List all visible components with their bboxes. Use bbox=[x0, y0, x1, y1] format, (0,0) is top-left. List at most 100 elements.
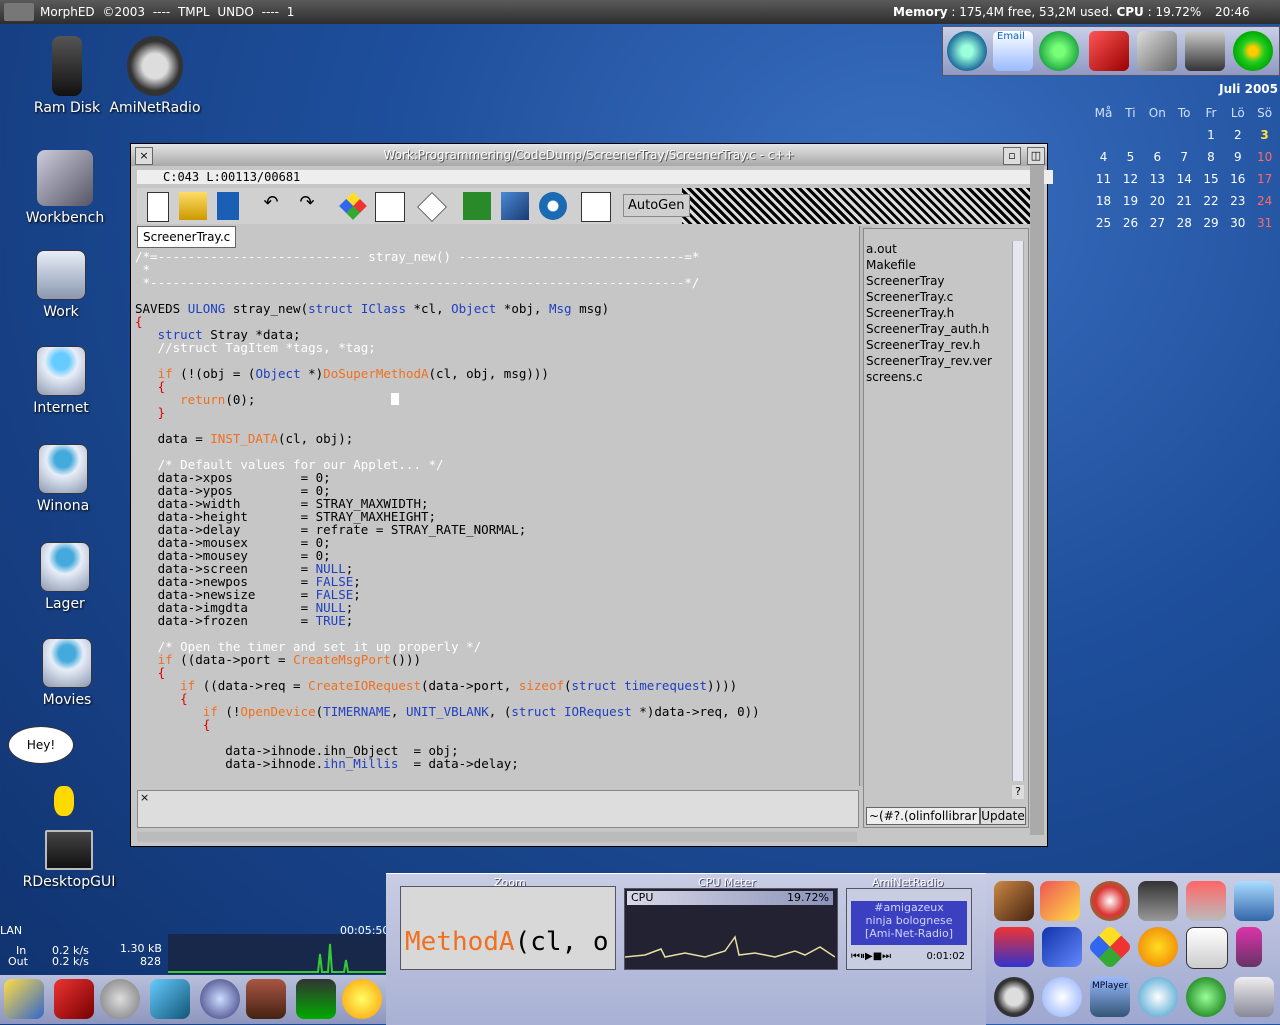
window-titlebar[interactable]: × Work:Programmering/CodeDump/ScreenerTr… bbox=[131, 144, 1047, 166]
update-button[interactable]: Update bbox=[980, 807, 1026, 825]
aminetradio-desktop-icon[interactable]: AmiNetRadio bbox=[100, 36, 210, 116]
new-file-icon[interactable] bbox=[147, 192, 169, 222]
clapperboard-icon[interactable] bbox=[1138, 881, 1178, 921]
file-pattern-field[interactable]: ~(#?.(olinfollibrar bbox=[866, 807, 980, 825]
calendar-day[interactable]: 1 bbox=[1198, 124, 1225, 146]
chat-icon[interactable] bbox=[1039, 31, 1079, 71]
calendar-day[interactable]: 26 bbox=[1117, 212, 1144, 234]
rdesktopgui-desktop-icon[interactable]: RDesktopGUI bbox=[14, 830, 124, 890]
calendar-day[interactable]: 30 bbox=[1224, 212, 1251, 234]
save-disk-icon[interactable] bbox=[217, 192, 239, 220]
structure-icon[interactable] bbox=[501, 192, 529, 220]
green-app-icon[interactable] bbox=[1186, 977, 1226, 1017]
calendar-day[interactable]: 4 bbox=[1090, 146, 1117, 168]
file-item[interactable]: ScreenerTray.h bbox=[866, 305, 992, 321]
icq-flower-icon[interactable] bbox=[1233, 31, 1273, 71]
prev-icon[interactable]: ⏮ bbox=[851, 951, 860, 962]
close-icon[interactable]: × bbox=[140, 791, 149, 804]
calendar-day[interactable]: 29 bbox=[1198, 212, 1225, 234]
play-icon[interactable]: ▶ bbox=[865, 951, 873, 962]
calendar-day[interactable]: 31 bbox=[1251, 212, 1278, 234]
pen-icon[interactable] bbox=[54, 979, 94, 1019]
calendar-day[interactable]: 19 bbox=[1117, 190, 1144, 212]
horizontal-scrollbar[interactable] bbox=[137, 832, 857, 842]
mario-icon[interactable] bbox=[994, 927, 1034, 967]
calendar-day[interactable]: 8 bbox=[1198, 146, 1225, 168]
calendar-day[interactable]: 14 bbox=[1171, 168, 1198, 190]
winona-desktop-icon[interactable]: Winona bbox=[8, 444, 118, 514]
check-icon[interactable] bbox=[463, 192, 491, 220]
file-list-scrollbar[interactable] bbox=[1012, 241, 1024, 781]
butterfly-icon[interactable] bbox=[1138, 977, 1178, 1017]
calendar-day[interactable]: 2 bbox=[1224, 124, 1251, 146]
cd-icon[interactable] bbox=[1042, 977, 1082, 1017]
autogen-button[interactable]: AutoGen bbox=[623, 194, 690, 217]
command-line[interactable]: × bbox=[137, 790, 859, 828]
m-logo-icon[interactable] bbox=[1042, 927, 1082, 967]
undo-icon[interactable]: ↶ bbox=[257, 192, 285, 220]
code-editor[interactable]: /*=--------------------------- stray_new… bbox=[135, 250, 855, 785]
file-item[interactable]: ScreenerTray bbox=[866, 273, 992, 289]
pink-app-icon[interactable] bbox=[1236, 927, 1262, 967]
calendar-day[interactable]: 12 bbox=[1117, 168, 1144, 190]
calendar-day[interactable]: 21 bbox=[1171, 190, 1198, 212]
pinup-icon[interactable] bbox=[1234, 977, 1274, 1017]
calendar-day[interactable]: 23 bbox=[1224, 190, 1251, 212]
colors-icon[interactable] bbox=[339, 192, 367, 220]
calendar-day[interactable]: 16 bbox=[1224, 168, 1251, 190]
email-icon[interactable]: Email bbox=[993, 31, 1033, 71]
network-icon[interactable] bbox=[1234, 881, 1274, 921]
calendar-day[interactable]: 18 bbox=[1090, 190, 1117, 212]
internet-desktop-icon[interactable]: Internet bbox=[6, 346, 116, 416]
workbench-desktop-icon[interactable]: Workbench bbox=[10, 150, 120, 226]
game-icon[interactable] bbox=[994, 881, 1034, 921]
goto-icon[interactable] bbox=[539, 192, 567, 220]
open-folder-icon[interactable] bbox=[179, 192, 207, 220]
redo-icon[interactable]: ↷ bbox=[293, 192, 321, 220]
calendar-day[interactable] bbox=[1090, 124, 1117, 146]
calendar-day[interactable]: 22 bbox=[1198, 190, 1225, 212]
calendar-day[interactable]: 13 bbox=[1144, 168, 1171, 190]
calendar-day[interactable] bbox=[1117, 124, 1144, 146]
headphones-icon[interactable] bbox=[994, 977, 1034, 1017]
morphos-logo-icon[interactable] bbox=[4, 3, 34, 21]
search-drive-icon[interactable] bbox=[100, 979, 140, 1019]
calendar-day[interactable]: 28 bbox=[1171, 212, 1198, 234]
file-item[interactable]: Makefile bbox=[866, 257, 992, 273]
calendar-day[interactable]: 25 bbox=[1090, 212, 1117, 234]
file-item[interactable]: screens.c bbox=[866, 369, 992, 385]
work-desktop-icon[interactable]: Work bbox=[6, 250, 116, 320]
file-item[interactable]: ScreenerTray.c bbox=[866, 289, 992, 305]
calendar-day[interactable]: 27 bbox=[1144, 212, 1171, 234]
magnifier-icon[interactable] bbox=[200, 979, 240, 1019]
note-icon[interactable] bbox=[375, 192, 405, 222]
calendar-day[interactable]: 10 bbox=[1251, 146, 1278, 168]
news-icon[interactable] bbox=[1185, 31, 1225, 71]
file-item[interactable]: ScreenerTray_rev.ver bbox=[866, 353, 992, 369]
calendar-day[interactable] bbox=[1144, 124, 1171, 146]
calendar-day[interactable]: 15 bbox=[1198, 168, 1225, 190]
lager-desktop-icon[interactable]: Lager bbox=[10, 542, 120, 612]
puzzle-icon[interactable] bbox=[1087, 924, 1133, 970]
scrollbar-thumb[interactable] bbox=[1013, 241, 1023, 781]
calendar-day[interactable] bbox=[1171, 124, 1198, 146]
calendar-day[interactable]: 11 bbox=[1090, 168, 1117, 190]
stop-icon[interactable]: ■ bbox=[873, 951, 882, 962]
screen-icon[interactable] bbox=[1137, 31, 1177, 71]
file-tab[interactable]: ScreenerTray.c bbox=[137, 226, 237, 248]
comment-icon[interactable] bbox=[581, 192, 611, 222]
cube-icon[interactable] bbox=[150, 979, 190, 1019]
help-button[interactable]: ? bbox=[1012, 785, 1024, 799]
file-item[interactable]: a.out bbox=[866, 241, 992, 257]
tools-icon[interactable] bbox=[4, 979, 44, 1019]
swirl-icon[interactable] bbox=[1090, 881, 1130, 921]
paint-icon[interactable] bbox=[1040, 881, 1080, 921]
calendar-day[interactable]: 9 bbox=[1224, 146, 1251, 168]
monitor-icon[interactable] bbox=[296, 979, 336, 1019]
calendar-day[interactable]: 17 bbox=[1251, 168, 1278, 190]
calendar-day[interactable]: 20 bbox=[1144, 190, 1171, 212]
mplayer-icon[interactable]: MPlayer bbox=[1090, 977, 1130, 1017]
depth-icon[interactable]: ◫ bbox=[1027, 147, 1045, 165]
dollar-icon[interactable] bbox=[1138, 927, 1178, 967]
movies-desktop-icon[interactable]: Movies bbox=[12, 638, 122, 708]
